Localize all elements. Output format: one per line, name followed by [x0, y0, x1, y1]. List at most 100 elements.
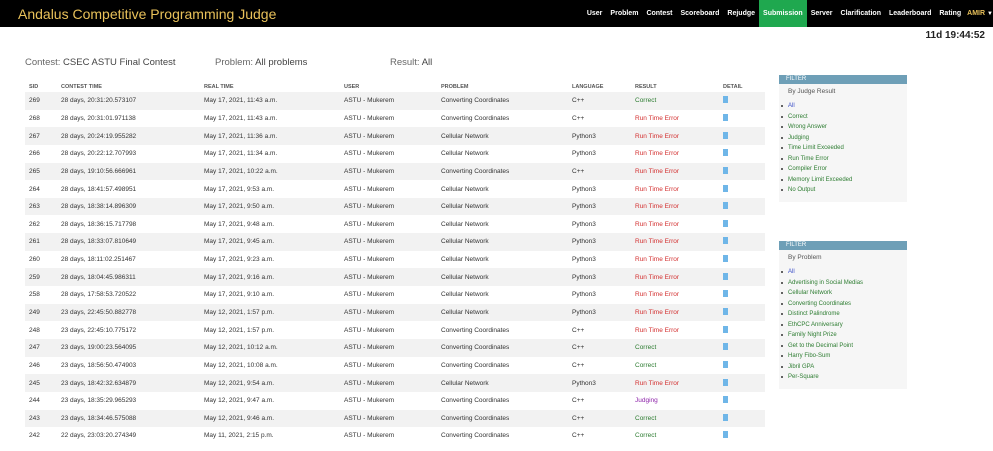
detail-icon[interactable] [723, 396, 728, 404]
detail-icon[interactable] [723, 325, 728, 333]
detail-icon[interactable] [723, 360, 728, 368]
cell-user: ASTU - Mukerem [344, 379, 395, 387]
cell-language: Python3 [572, 220, 596, 228]
detail-icon[interactable] [723, 113, 728, 121]
user-menu[interactable]: AMIR ▼ [965, 10, 993, 17]
detail-icon[interactable] [723, 96, 728, 104]
cell-problem: Converting Coordinates [441, 114, 510, 122]
detail-icon[interactable] [723, 272, 728, 280]
problem-filter-get-to-the-decimal-point[interactable]: Get to the Decimal Point [781, 341, 907, 352]
detail-icon[interactable] [723, 202, 728, 210]
table-row: 246 23 days, 18:56:50.474903 May 12, 2021,… [25, 356, 765, 375]
cell-sid: 246 [29, 361, 40, 369]
problem-filter-distinct-palindrome[interactable]: Distinct Palindrome [781, 309, 907, 320]
cell-result: Run Time Error [635, 203, 680, 211]
detail-icon[interactable] [723, 131, 728, 139]
nav-item-clarification[interactable]: Clarification [837, 0, 885, 27]
detail-icon[interactable] [723, 255, 728, 263]
nav-item-submission[interactable]: Submission [759, 0, 807, 27]
cell-result: Run Time Error [635, 309, 680, 316]
result-filter-time-limit-exceeded[interactable]: Time Limit Exceeded [781, 143, 907, 154]
submissions-table-container: SID CONTEST TIME REAL TIME USER PROBLEM LANGU… [25, 81, 765, 445]
result-filter-no-output[interactable]: No Output [781, 185, 907, 196]
cell-problem: Converting Coordinates [441, 361, 510, 369]
problem-filter-family-night-prize[interactable]: Family Night Prize [781, 330, 907, 341]
table-row: 245 23 days, 18:42:32.634879 May 12, 2021,… [25, 374, 765, 392]
detail-icon[interactable] [723, 308, 728, 315]
cell-user: ASTU - Mukerem [344, 326, 395, 334]
cell-sid: 258 [29, 291, 40, 299]
result-filter-correct[interactable]: Correct [781, 112, 907, 123]
result-filter-compiler-error[interactable]: Compiler Error [781, 164, 907, 175]
problem-filter-jibril-gpa[interactable]: Jibril GPA [781, 362, 907, 373]
problem-filter-per-square[interactable]: Per-Square [781, 372, 907, 383]
table-row: 262 28 days, 18:36:15.717798 May 17, 2021,… [25, 215, 765, 234]
site-brand[interactable]: Andalus Competitive Programming Judge [0, 6, 583, 22]
contest-filter-display: Contest: CSEC ASTU Final Contest [25, 57, 176, 68]
detail-icon[interactable] [723, 219, 728, 227]
table-row: 258 28 days, 17:58:53.720522 May 17, 2021,… [25, 286, 765, 304]
detail-icon[interactable] [723, 290, 728, 298]
problem-filter-harry-fibo-sum[interactable]: Harry Fibo-Sum [781, 351, 907, 362]
detail-icon[interactable] [723, 237, 728, 245]
cell-user: ASTU - Mukerem [344, 167, 395, 175]
cell-real-time: May 12, 2021, 1:57 p.m. [204, 326, 275, 334]
detail-icon[interactable] [723, 431, 728, 439]
table-row: 259 28 days, 18:04:45.986311 May 17, 2021,… [25, 268, 765, 287]
nav-item-contest[interactable]: Contest [642, 0, 676, 27]
nav-item-server[interactable]: Server [807, 0, 837, 27]
cell-user: ASTU - Mukerem [344, 150, 395, 158]
result-filter-wrong-answer[interactable]: Wrong Answer [781, 122, 907, 133]
detail-icon[interactable] [723, 184, 728, 192]
table-row: 261 28 days, 18:33:07.810649 May 17, 2021,… [25, 233, 765, 251]
result-filter-all[interactable]: All [781, 101, 907, 112]
cell-user: ASTU - Mukerem [344, 203, 395, 211]
detail-icon[interactable] [723, 166, 728, 174]
nav-item-rating[interactable]: Rating [935, 0, 965, 27]
active-filters: Contest: CSEC ASTU Final Contest Problem… [25, 57, 432, 68]
detail-icon[interactable] [723, 378, 728, 386]
detail-icon[interactable] [723, 343, 728, 351]
cell-sid: 248 [29, 326, 40, 334]
cell-result: Judging [635, 397, 658, 405]
problem-filter-value: All problems [255, 57, 308, 68]
table-row: 266 28 days, 20:22:12.707993 May 17, 2021,… [25, 144, 765, 163]
result-filter-run-time-error[interactable]: Run Time Error [781, 154, 907, 165]
nav-item-user[interactable]: User [583, 0, 607, 27]
problem-filter-cellular-network[interactable]: Cellular Network [781, 288, 907, 299]
result-filter-judging[interactable]: Judging [781, 133, 907, 144]
problem-filter-advertising-in-social-medias[interactable]: Advertising in Social Medias [781, 278, 907, 289]
cell-sid: 242 [29, 432, 40, 440]
cell-detail [719, 339, 765, 357]
problem-filter-ethcpc-anniversary[interactable]: EthCPC Anniversary [781, 320, 907, 331]
column-header: REAL TIME [204, 83, 234, 90]
cell-user: ASTU - Mukerem [344, 397, 395, 405]
cell-detail [719, 321, 765, 339]
cell-user: ASTU - Mukerem [344, 114, 395, 122]
nav-item-problem[interactable]: Problem [606, 0, 642, 27]
cell-contest-time: 23 days, 22:45:10.775172 [61, 326, 137, 334]
contest-name: CSEC ASTU Final Contest [63, 57, 176, 68]
problem-filter-all[interactable]: All [781, 267, 907, 278]
table-row: 267 28 days, 20:24:19.955282 May 17, 2021,… [25, 127, 765, 145]
cell-real-time: May 17, 2021, 9:48 a.m. [204, 220, 275, 228]
table-row: 242 22 days, 23:03:20.274349 May 11, 2021,… [25, 427, 765, 445]
filter-header: FILTER [779, 75, 907, 84]
problem-filter-converting-coordinates[interactable]: Converting Coordinates [781, 299, 907, 310]
nav-item-scoreboard[interactable]: Scoreboard [677, 0, 724, 27]
nav-item-rejudge[interactable]: Rejudge [723, 0, 759, 27]
detail-icon[interactable] [723, 413, 728, 421]
cell-real-time: May 12, 2021, 1:57 p.m. [204, 309, 275, 316]
cell-problem: Converting Coordinates [441, 326, 510, 334]
table-row: 269 28 days, 20:31:20.573107 May 17, 2021,… [25, 92, 765, 110]
cell-real-time: May 12, 2021, 9:47 a.m. [204, 397, 275, 405]
nav-item-leaderboard[interactable]: Leaderboard [885, 0, 935, 27]
result-filter-memory-limit-exceeded[interactable]: Memory Limit Exceeded [781, 175, 907, 186]
contest-timer: 11d 19:44:52 [925, 30, 986, 41]
detail-icon[interactable] [723, 149, 728, 157]
cell-sid: 245 [29, 379, 40, 387]
table-row: 268 28 days, 20:31:01.971138 May 17, 2021,… [25, 109, 765, 128]
cell-result: Run Time Error [635, 167, 680, 175]
problem-filter-display: Problem: All problems [215, 57, 308, 68]
cell-problem: Converting Coordinates [441, 414, 510, 422]
